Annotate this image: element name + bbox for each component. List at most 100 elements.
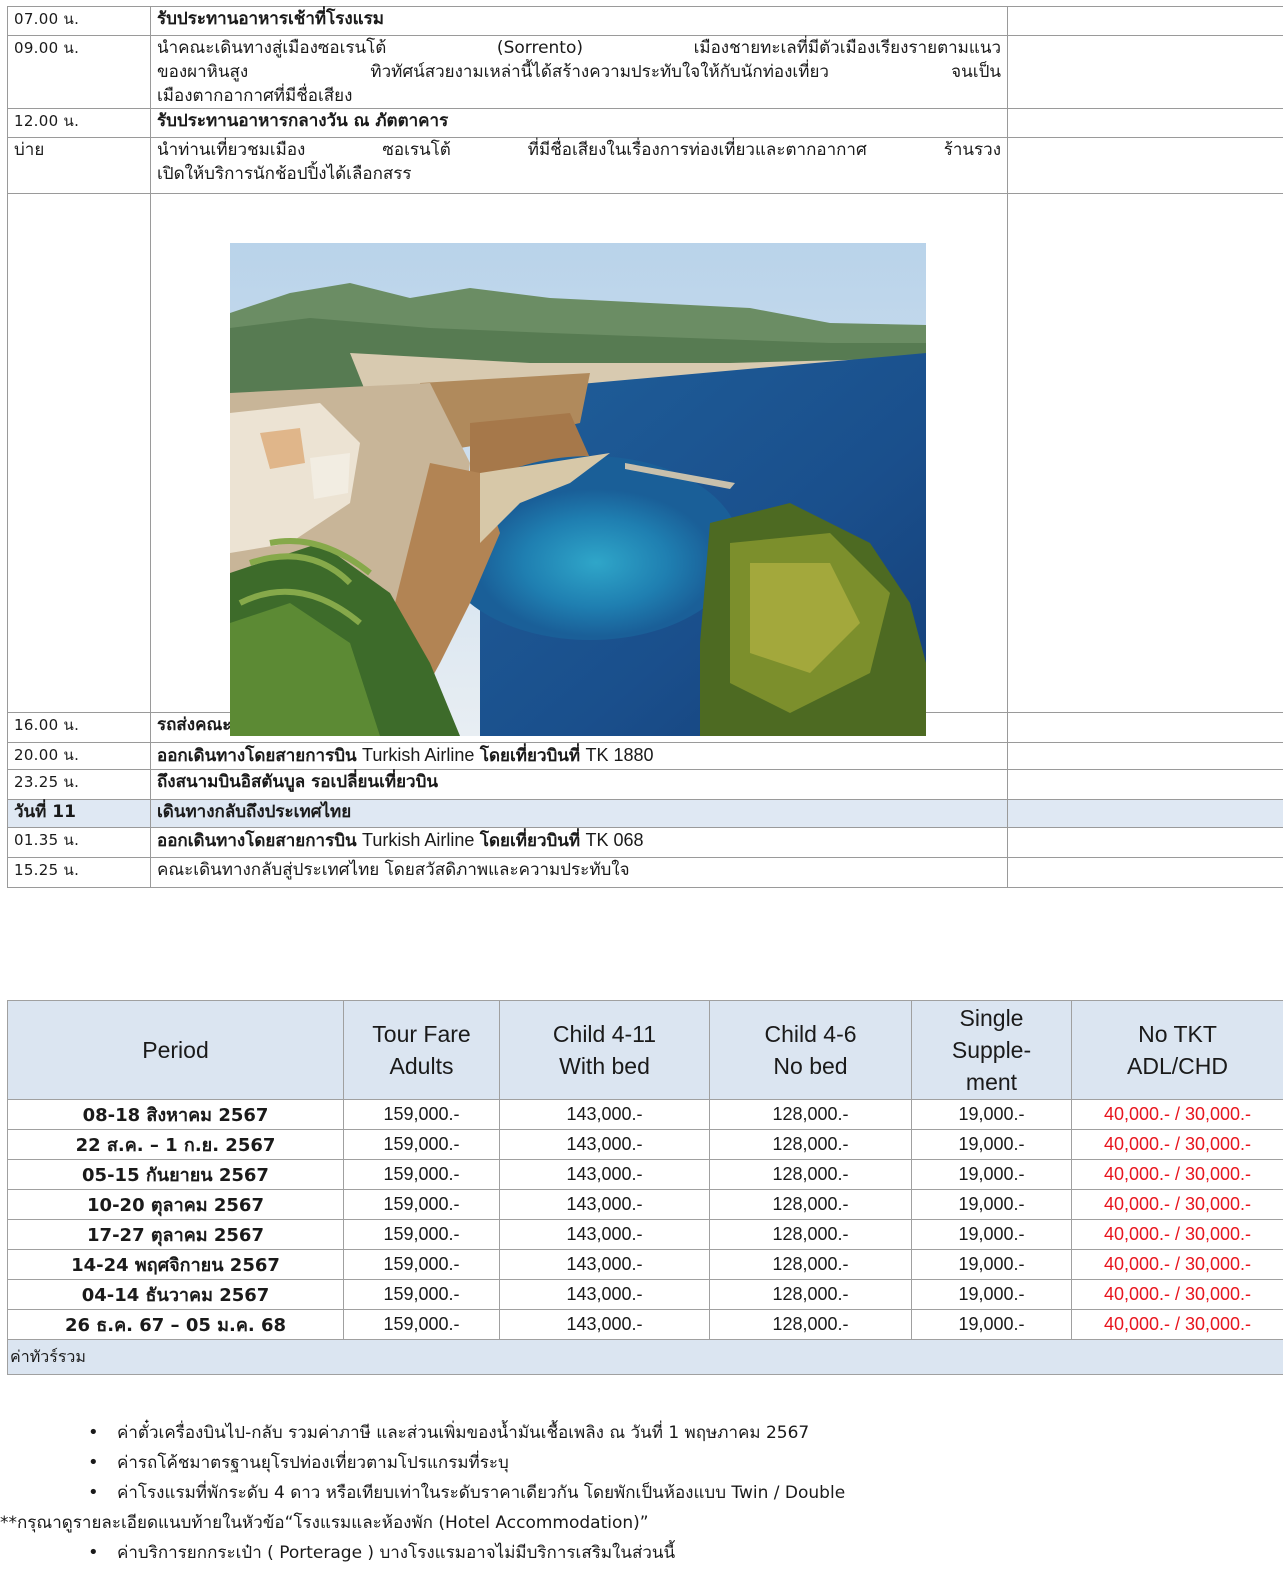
day-header-row: วันที่ 11 เดินทางกลับถึงประเทศไทย (7, 799, 1283, 828)
sorrento-coast-photo (230, 243, 926, 736)
adult-price-cell: 159,000.- (343, 1309, 500, 1340)
time-cell: 12.00 น. (7, 108, 151, 138)
price-table: Period Tour Fare Adults Child 4-11 With be… (7, 1000, 1283, 1375)
itinerary-row: 07.00 น. รับประทานอาหารเช้าที่โรงแรม (7, 6, 1283, 36)
day-title: เดินทางกลับถึงประเทศไทย (150, 799, 1008, 828)
single-supplement-cell: 19,000.- (911, 1309, 1072, 1340)
no-ticket-price-cell: 40,000.- / 30,000.- (1071, 1279, 1283, 1310)
include-item: ค่าบริการยกกระเป๋า ( Porterage ) บางโรงแ… (0, 1538, 1283, 1568)
flight-number: TK 1880 (585, 745, 654, 765)
activity-line: นำคณะเดินทางสู่เมืองซอเรนโต้ (Sorrento) … (157, 38, 1001, 58)
time-cell: 07.00 น. (7, 6, 151, 36)
no-ticket-price-cell: 40,000.- / 30,000.- (1071, 1099, 1283, 1130)
period-cell: 26 ธ.ค. 67 – 05 ม.ค. 68 (7, 1309, 344, 1340)
price-row: 26 ธ.ค. 67 – 05 ม.ค. 68 159,000.- 143,000.… (7, 1309, 1283, 1340)
itinerary-row: 09.00 น. นำคณะเดินทางสู่เมืองซอเรนโต้ (S… (7, 35, 1283, 109)
activity-cell: รับประทานอาหารเช้าที่โรงแรม (150, 6, 1008, 36)
single-supplement-cell: 19,000.- (911, 1129, 1072, 1160)
period-cell: 22 ส.ค. – 1 ก.ย. 2567 (7, 1129, 344, 1160)
no-ticket-price-cell: 40,000.- / 30,000.- (1071, 1129, 1283, 1160)
no-ticket-price-cell: 40,000.- / 30,000.- (1071, 1219, 1283, 1250)
price-row: 08-18 สิงหาคม 2567 159,000.- 143,000.- 128,… (7, 1099, 1283, 1130)
empty-cell (1007, 108, 1283, 138)
adult-price-cell: 159,000.- (343, 1159, 500, 1190)
time-cell: 15.25 น. (7, 857, 151, 888)
no-ticket-price-cell: 40,000.- / 30,000.- (1071, 1309, 1283, 1340)
include-item: ค่าตั๋วเครื่องบินไป-กลับ รวมค่าภาษี และส… (0, 1418, 1283, 1448)
price-row: 05-15 กันยายน 2567 159,000.- 143,000.- 128,… (7, 1159, 1283, 1190)
activity-text: โดยเที่ยวบินที่ (479, 831, 581, 851)
activity-line: เปิดให้บริการนักช้อปปิ้งได้เลือกสรร (157, 164, 412, 184)
empty-cell (1007, 799, 1283, 828)
child-bed-price-cell: 143,000.- (499, 1099, 710, 1130)
adult-price-cell: 159,000.- (343, 1099, 500, 1130)
col-header-adult: Tour Fare Adults (343, 1000, 500, 1100)
price-row: 10-20 ตุลาคม 2567 159,000.- 143,000.- 128,0… (7, 1189, 1283, 1220)
price-row: 22 ส.ค. – 1 ก.ย. 2567 159,000.- 143,000.- 1… (7, 1129, 1283, 1160)
time-cell: 09.00 น. (7, 35, 151, 109)
no-ticket-price-cell: 40,000.- / 30,000.- (1071, 1189, 1283, 1220)
child-bed-price-cell: 143,000.- (499, 1279, 710, 1310)
empty-cell (1007, 35, 1283, 109)
period-cell: 04-14 ธันวาคม 2567 (7, 1279, 344, 1310)
airline-name: Turkish Airline (362, 745, 475, 765)
section-row: ค่าทัวร์รวม (7, 1339, 1283, 1375)
itinerary-row: 12.00 น. รับประทานอาหารกลางวัน ณ ภัตตาคา… (7, 108, 1283, 138)
period-cell: 14-24 พฤศจิกายน 2567 (7, 1249, 344, 1280)
hotel-note: **กรุณาดูรายละเอียดแนบท้ายในหัวข้อ“โรงแร… (0, 1513, 649, 1533)
period-cell: 05-15 กันยายน 2567 (7, 1159, 344, 1190)
activity-line: นำท่านเที่ยวชมเมือง ซอเรนโต้ ที่มีชื่อเส… (157, 140, 1001, 160)
col-header-child-bed: Child 4-11 With bed (499, 1000, 710, 1100)
single-supplement-cell: 19,000.- (911, 1219, 1072, 1250)
sorrento-coast-illustration (230, 243, 926, 736)
time-cell: 23.25 น. (7, 769, 151, 800)
child-nobed-price-cell: 128,000.- (709, 1129, 912, 1160)
price-row: 17-27 ตุลาคม 2567 159,000.- 143,000.- 128,0… (7, 1219, 1283, 1250)
empty-cell (1007, 857, 1283, 888)
activity-line: เมืองตากอากาศที่มีชื่อเสียง (157, 86, 353, 106)
period-cell: 08-18 สิงหาคม 2567 (7, 1099, 344, 1130)
empty-cell (1007, 742, 1283, 770)
empty-cell (7, 193, 151, 713)
empty-cell (1007, 193, 1283, 713)
child-bed-price-cell: 143,000.- (499, 1219, 710, 1250)
period-cell: 17-27 ตุลาคม 2567 (7, 1219, 344, 1250)
activity-text: ออกเดินทางโดยสายการบิน (157, 831, 357, 851)
activity-cell: ถึงสนามบินอิสตันบูล รอเปลี่ยนเที่ยวบิน (150, 769, 1008, 800)
time-cell: 16.00 น. (7, 712, 151, 743)
activity-cell: ออกเดินทางโดยสายการบิน Turkish Airline โ… (150, 742, 1008, 770)
section-label: ค่าทัวร์รวม (7, 1339, 1283, 1375)
activity-text: ออกเดินทางโดยสายการบิน (157, 746, 357, 766)
single-supplement-cell: 19,000.- (911, 1189, 1072, 1220)
activity-line: ของผาหินสูง ทิวทัศน์สวยงามเหล่านี้ได้สร้… (157, 62, 1001, 82)
flight-number: TK 068 (585, 830, 644, 850)
itinerary-row: 23.25 น. ถึงสนามบินอิสตันบูล รอเปลี่ยนเท… (7, 769, 1283, 800)
col-header-period: Period (7, 1000, 344, 1100)
empty-cell (1007, 137, 1283, 194)
child-nobed-price-cell: 128,000.- (709, 1219, 912, 1250)
tour-includes: ค่าตั๋วเครื่องบินไป-กลับ รวมค่าภาษี และส… (0, 1418, 1283, 1568)
activity-text: โดยเที่ยวบินที่ (479, 746, 581, 766)
activity-cell: นำท่านเที่ยวชมเมือง ซอเรนโต้ ที่มีชื่อเส… (150, 137, 1008, 194)
itinerary-row: บ่าย นำท่านเที่ยวชมเมือง ซอเรนโต้ ที่มีช… (7, 137, 1283, 194)
child-bed-price-cell: 143,000.- (499, 1189, 710, 1220)
empty-cell (1007, 712, 1283, 743)
single-supplement-cell: 19,000.- (911, 1099, 1072, 1130)
empty-cell (1007, 769, 1283, 800)
single-supplement-cell: 19,000.- (911, 1249, 1072, 1280)
adult-price-cell: 159,000.- (343, 1219, 500, 1250)
activity-cell: นำคณะเดินทางสู่เมืองซอเรนโต้ (Sorrento) … (150, 35, 1008, 109)
adult-price-cell: 159,000.- (343, 1279, 500, 1310)
price-row: 04-14 ธันวาคม 2567 159,000.- 143,000.- 128,… (7, 1279, 1283, 1310)
child-bed-price-cell: 143,000.- (499, 1249, 710, 1280)
time-cell: 20.00 น. (7, 742, 151, 770)
itinerary-row: 20.00 น. ออกเดินทางโดยสายการบิน Turkish … (7, 742, 1283, 770)
include-item: ค่าโรงแรมที่พักระดับ 4 ดาว หรือเทียบเท่า… (0, 1478, 1283, 1508)
child-nobed-price-cell: 128,000.- (709, 1099, 912, 1130)
activity-cell: คณะเดินทางกลับสู่ประเทศไทย โดยสวัสดิภาพแ… (150, 857, 1008, 888)
no-ticket-price-cell: 40,000.- / 30,000.- (1071, 1249, 1283, 1280)
adult-price-cell: 159,000.- (343, 1249, 500, 1280)
activity-cell: รับประทานอาหารกลางวัน ณ ภัตตาคาร (150, 108, 1008, 138)
child-nobed-price-cell: 128,000.- (709, 1249, 912, 1280)
adult-price-cell: 159,000.- (343, 1129, 500, 1160)
